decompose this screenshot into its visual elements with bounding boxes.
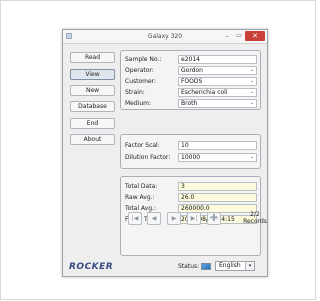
operator-value: Gordon	[181, 67, 203, 74]
minimize-button[interactable]: –	[221, 31, 233, 41]
factor-scal-label: Factor Scal:	[125, 142, 160, 149]
medium-label: Medium:	[125, 100, 152, 107]
customer-select[interactable]: FOODS ⌄	[178, 77, 257, 86]
end-button[interactable]: End	[70, 118, 115, 129]
next-record-button[interactable]: ▶	[167, 212, 181, 225]
chevron-down-icon: ⌄	[249, 100, 254, 106]
operator-label: Operator:	[125, 67, 154, 74]
prev-record-button[interactable]: ◀	[147, 212, 161, 225]
connection-status-icon	[201, 263, 211, 270]
new-button[interactable]: New	[70, 85, 115, 96]
medium-value: Broth	[181, 100, 198, 107]
raw-avg-value: 26.0	[178, 193, 257, 202]
last-record-button[interactable]: ▶|	[187, 212, 201, 225]
sample-no-label: Sample No.:	[125, 56, 162, 63]
strain-value: Escherichia coli	[181, 89, 228, 96]
medium-select[interactable]: Broth ⌄	[178, 99, 257, 108]
record-count: 2/2	[250, 211, 260, 218]
view-button[interactable]: View	[70, 69, 115, 80]
customer-value: FOODS	[181, 78, 203, 85]
raw-avg-label: Raw Avg.:	[125, 194, 155, 201]
strain-label: Strain:	[125, 89, 145, 96]
dilution-factor-value: 10000	[181, 154, 201, 161]
record-counter: 2/2 Records	[242, 211, 268, 225]
total-data-value: 3	[178, 182, 257, 191]
language-select[interactable]: English ▾	[215, 261, 255, 271]
sample-info-panel: Sample No.: e2014 Operator: Gordon ⌄ Cus…	[120, 50, 261, 110]
chevron-down-icon: ⌄	[249, 154, 254, 160]
records-label: Records	[243, 218, 267, 225]
read-button[interactable]: Read	[70, 52, 115, 63]
maximize-button[interactable]: ▭	[233, 31, 245, 41]
chevron-down-icon: ⌄	[249, 89, 254, 95]
database-button[interactable]: Database	[70, 101, 115, 112]
strain-select[interactable]: Escherichia coli ⌄	[178, 88, 257, 97]
chevron-down-icon: ⌄	[249, 67, 254, 73]
sample-no-input[interactable]: e2014	[178, 55, 257, 64]
close-button[interactable]: ✕	[245, 31, 265, 41]
customer-label: Customer:	[125, 78, 157, 85]
factor-scal-input[interactable]: 10	[178, 141, 257, 150]
total-data-label: Total Data:	[125, 183, 158, 190]
dilution-factor-label: Dilution Factor:	[125, 154, 171, 161]
add-record-button[interactable]: ✚	[207, 212, 221, 225]
language-value: English	[219, 262, 241, 269]
first-record-button[interactable]: |◀	[128, 212, 142, 225]
chevron-down-icon: ⌄	[249, 78, 254, 84]
dilution-factor-select[interactable]: 10000 ⌄	[178, 153, 257, 162]
operator-select[interactable]: Gordon ⌄	[178, 66, 257, 75]
factors-panel: Factor Scal: 10 Dilution Factor: 10000 ⌄	[120, 134, 261, 169]
chevron-down-icon: ▾	[245, 262, 254, 270]
about-button[interactable]: About	[70, 134, 115, 145]
status-label: Status:	[178, 263, 200, 270]
title-bar: Galaxy 320 – ▭ ✕	[63, 30, 267, 44]
rocker-logo: ROCKER	[69, 262, 114, 272]
app-window: Galaxy 320 – ▭ ✕ Read View New Database …	[62, 29, 268, 277]
